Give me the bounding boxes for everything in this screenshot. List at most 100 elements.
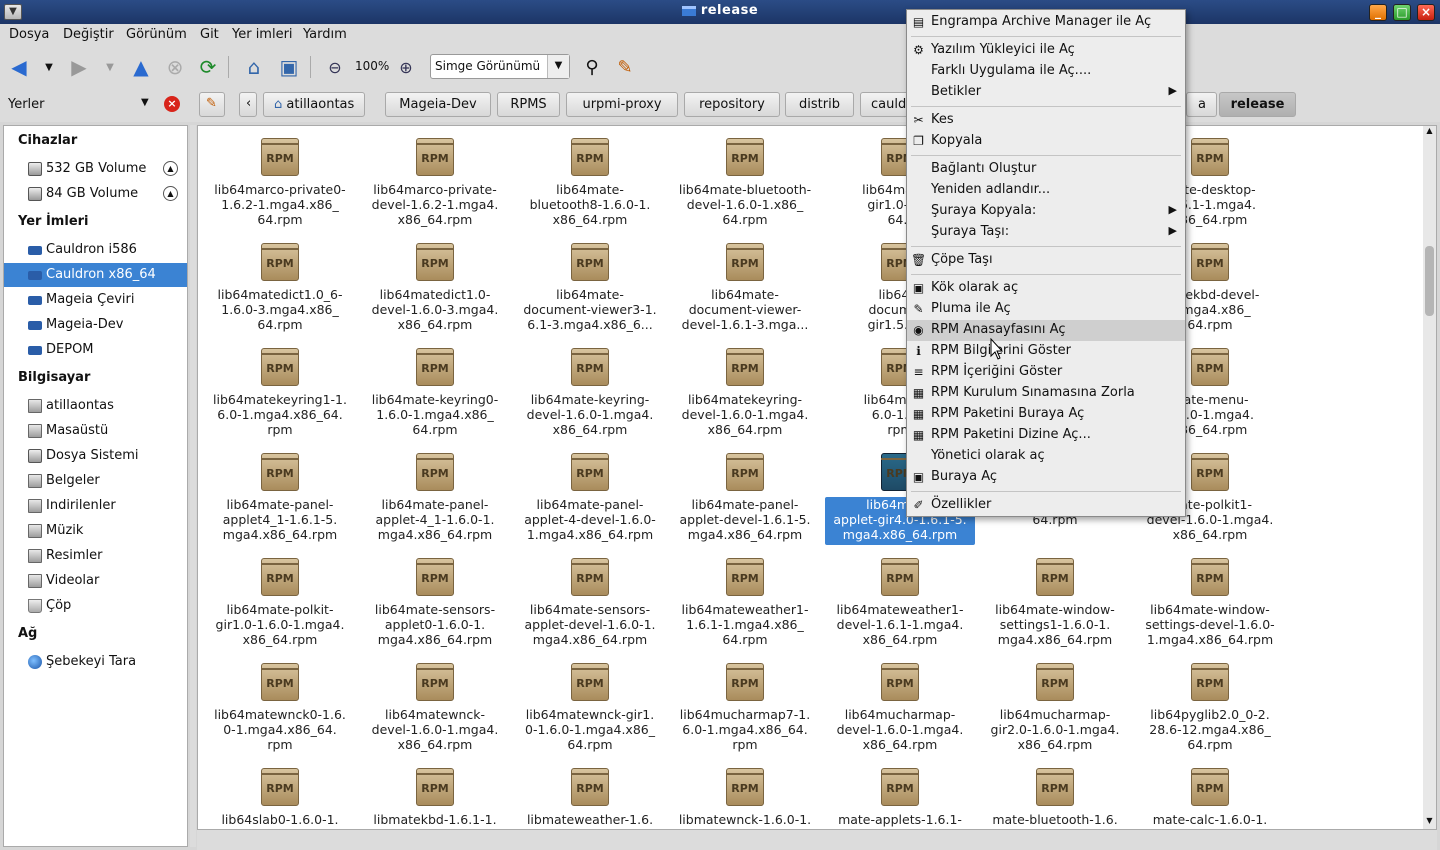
context-menu-item[interactable]: ▦ RPM Paketini Dizine Aç... <box>907 425 1185 446</box>
crumb-home[interactable]: ⌂ atillaontas <box>263 92 366 117</box>
forward-arrow-icon[interactable]: ▶ <box>66 54 92 80</box>
sidebar-item-desktop[interactable]: Masaüstü <box>4 419 187 443</box>
file-item[interactable]: RPM lib64matekeyring1-1. 6.0-1.mga4.x86_6… <box>205 336 355 441</box>
sidebar-item-home[interactable]: atillaontas <box>4 394 187 418</box>
file-item[interactable]: RPM lib64mate-keyring0- 1.6.0-1.mga4.x86_… <box>360 336 510 441</box>
context-menu-item[interactable]: ℹRPM Bilgilerini Göster <box>907 341 1185 362</box>
close-sidebar-icon[interactable]: × <box>164 96 180 112</box>
file-item[interactable]: RPM lib64mateweather1- devel-1.6.1-1.mga4… <box>825 546 975 651</box>
scroll-down-arrow-icon[interactable]: ▼ <box>1423 816 1436 829</box>
menu-file[interactable]: Dosya <box>9 27 49 42</box>
crumb-item[interactable]: Mageia-Dev <box>385 92 491 117</box>
sidebar-item-trash[interactable]: Çöp <box>4 594 187 618</box>
forward-history-chevron-icon[interactable]: ▼ <box>97 54 123 80</box>
file-item[interactable]: RPM lib64slab0-1.6.0-1. <box>205 756 355 829</box>
crumb-left-scroll[interactable]: ‹ <box>239 92 257 117</box>
maximize-button[interactable]: □ <box>1393 4 1411 21</box>
file-item[interactable]: RPM lib64mate-panel- applet-4-devel-1.6.0… <box>515 441 665 546</box>
context-menu-item[interactable]: ✎ Pluma ile Aç <box>907 299 1185 320</box>
sidebar-item-mageia-ceviri[interactable]: Mageia Çeviri <box>4 288 187 312</box>
sidebar-item-videos[interactable]: Videolar <box>4 569 187 593</box>
file-item[interactable]: RPM lib64mucharmap7-1. 6.0-1.mga4.x86_64.… <box>670 651 820 756</box>
context-menu-item[interactable]: ✂ Kes <box>907 110 1185 131</box>
file-item[interactable]: RPM lib64mate-panel- applet-devel-1.6.1-5… <box>670 441 820 546</box>
close-window-button[interactable]: × <box>1417 4 1435 21</box>
context-menu-item[interactable]: ▤ Engrampa Archive Manager ile Aç <box>907 12 1185 33</box>
file-item[interactable]: RPM lib64pyglib2.0_0-2. 28.6-12.mga4.x86_… <box>1135 651 1285 756</box>
crumb-item[interactable]: repository <box>684 92 780 117</box>
minimize-button[interactable]: _ <box>1369 4 1387 21</box>
file-item[interactable]: RPM lib64mateweather1- 1.6.1-1.mga4.x86_ … <box>670 546 820 651</box>
sidebar-item-mageia-dev[interactable]: Mageia-Dev <box>4 313 187 337</box>
sidebar-item-cauldron-i586[interactable]: Cauldron i586 <box>4 238 187 262</box>
sidebar-item-depom[interactable]: DEPOM <box>4 338 187 362</box>
menu-go[interactable]: Git <box>200 27 219 42</box>
home-icon[interactable]: ⌂ <box>241 54 267 80</box>
file-item[interactable]: RPM lib64matedict1.0_6- 1.6.0-3.mga4.x86_… <box>205 231 355 336</box>
eject-icon[interactable]: ▲ <box>163 186 178 201</box>
context-menu-item[interactable]: 🗑 Çöpe Taşı <box>907 250 1185 271</box>
context-menu-item[interactable]: Yeniden adlandır... <box>907 180 1185 201</box>
sidebar-item-downloads[interactable]: Indirilenler <box>4 494 187 518</box>
context-menu-item[interactable]: ◉ RPM Anasayfasını Aç <box>907 320 1185 341</box>
context-menu-item[interactable]: ✐ Özellikler <box>907 495 1185 516</box>
file-item[interactable]: RPM lib64mate- bluetooth8-1.6.0-1. x86_64… <box>515 126 665 231</box>
file-item[interactable]: RPM lib64mate- document-viewer3-1. 6.1-3.… <box>515 231 665 336</box>
file-item[interactable]: RPM lib64mucharmap- devel-1.6.0-1.mga4. x… <box>825 651 975 756</box>
binoculars-icon[interactable]: ⚲ <box>579 54 605 80</box>
crumb-item[interactable]: urpmi-proxy <box>566 92 678 117</box>
file-item[interactable]: RPM lib64matewnck0-1.6. 0-1.mga4.x86_64. … <box>205 651 355 756</box>
context-menu-item[interactable]: ▦ RPM Kurulum Sınamasına Zorla <box>907 383 1185 404</box>
file-item[interactable]: RPM lib64mate-sensors- applet-devel-1.6.0… <box>515 546 665 651</box>
context-menu-item[interactable]: ▣ Kök olarak aç <box>907 278 1185 299</box>
file-item[interactable]: RPM lib64marco-private- devel-1.6.2-1.mga… <box>360 126 510 231</box>
file-item[interactable]: RPM mate-calc-1.6.0-1. <box>1135 756 1285 829</box>
pane-resize-handle[interactable] <box>190 125 196 847</box>
sidebar-item-cauldron-x86-64[interactable]: Cauldron x86_64 <box>4 263 187 287</box>
scrollbar-thumb[interactable] <box>1425 246 1434 316</box>
zoom-out-icon[interactable]: ⊖ <box>322 54 348 80</box>
context-menu-item[interactable]: Şuraya Kopyala: ▶ <box>907 201 1185 222</box>
file-item[interactable]: RPM lib64matekeyring- devel-1.6.0-1.mga4.… <box>670 336 820 441</box>
menu-help[interactable]: Yardım <box>303 27 347 42</box>
file-item[interactable]: RPM libmatekbd-1.6.1-1. <box>360 756 510 829</box>
file-item[interactable]: RPM lib64mucharmap- gir2.0-1.6.0-1.mga4. … <box>980 651 1130 756</box>
sidebar-item-browse-network[interactable]: Şebekeyi Tara <box>4 650 187 674</box>
file-icon-view[interactable]: RPM lib64marco-private0- 1.6.2-1.mga4.x86… <box>197 125 1437 830</box>
stop-icon[interactable]: ⊗ <box>162 54 188 80</box>
sidebar-item-filesystem[interactable]: Dosya Sistemi <box>4 444 187 468</box>
sidebar-item-532gb[interactable]: 532 GB Volume ▲ <box>4 157 187 181</box>
vertical-scrollbar[interactable]: ▲ ▼ <box>1423 126 1436 829</box>
file-item[interactable]: RPM lib64mate-polkit- gir1.0-1.6.0-1.mga4… <box>205 546 355 651</box>
scroll-up-arrow-icon[interactable]: ▲ <box>1423 126 1436 139</box>
menu-bookmarks[interactable]: Yer imleri <box>232 27 293 42</box>
computer-icon[interactable]: ▣ <box>276 54 302 80</box>
crumb-current[interactable]: release <box>1219 92 1296 117</box>
context-menu-item[interactable]: Betikler ▶ <box>907 82 1185 103</box>
places-selector[interactable]: Yerler <box>8 97 45 112</box>
file-item[interactable]: RPM lib64matedict1.0- devel-1.6.0-3.mga4.… <box>360 231 510 336</box>
menu-edit[interactable]: Değiştir <box>63 27 114 42</box>
context-menu-item[interactable]: Farklı Uygulama ile Aç.... <box>907 61 1185 82</box>
zoom-level[interactable]: 100% <box>355 59 389 73</box>
file-item[interactable]: RPM lib64mate-sensors- applet0-1.6.0-1. m… <box>360 546 510 651</box>
crumb-item[interactable]: a <box>1186 92 1217 117</box>
context-menu-item[interactable]: Bağlantı Oluştur <box>907 159 1185 180</box>
context-menu-item[interactable]: ❐ Kopyala <box>907 131 1185 152</box>
file-item[interactable]: RPM lib64mate-bluetooth- devel-1.6.0-1.x8… <box>670 126 820 231</box>
zoom-in-icon[interactable]: ⊕ <box>393 54 419 80</box>
up-arrow-icon[interactable]: ▲ <box>128 54 154 80</box>
context-menu-item[interactable]: Şuraya Taşı: ▶ <box>907 222 1185 243</box>
eject-icon[interactable]: ▲ <box>163 161 178 176</box>
file-item[interactable]: RPM lib64mate-window- settings-devel-1.6.… <box>1135 546 1285 651</box>
sidebar-item-84gb[interactable]: 84 GB Volume ▲ <box>4 182 187 206</box>
crumb-item[interactable]: distrib <box>785 92 854 117</box>
chevron-down-icon[interactable]: ▼ <box>141 97 149 108</box>
file-item[interactable]: RPM libmatewnck-1.6.0-1. <box>670 756 820 829</box>
back-arrow-icon[interactable]: ◀ <box>6 54 32 80</box>
menu-view[interactable]: Görünüm <box>126 27 187 42</box>
reload-icon[interactable]: ⟳ <box>195 54 221 80</box>
file-item[interactable]: RPM lib64mate-window- settings1-1.6.0-1. … <box>980 546 1130 651</box>
file-item[interactable]: RPM lib64matewnck-gir1. 0-1.6.0-1.mga4.x8… <box>515 651 665 756</box>
context-menu-item[interactable]: ▦ RPM Paketini Buraya Aç <box>907 404 1185 425</box>
